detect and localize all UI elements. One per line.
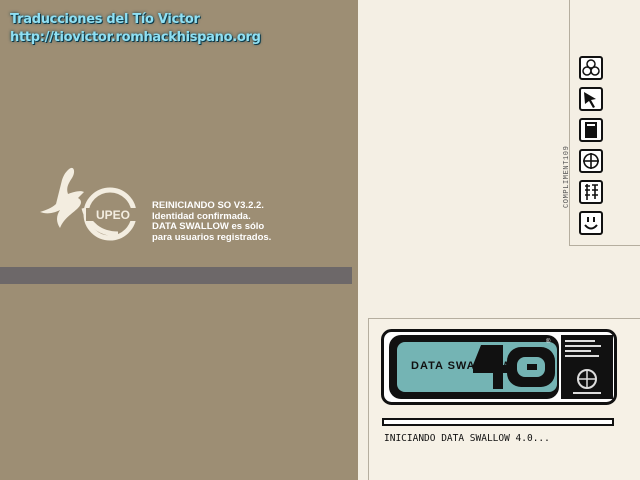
boot-screen: Traducciones del Tío Victor http://tiovi… — [0, 0, 640, 480]
cursor-icon[interactable] — [579, 87, 603, 111]
translator-watermark: Traducciones del Tío Victor http://tiovi… — [10, 11, 261, 47]
watermark-title: Traducciones del Tío Victor — [10, 12, 200, 27]
target-icon[interactable] — [579, 149, 603, 173]
sidebar-border-horizontal — [569, 245, 640, 246]
smiley-icon[interactable] — [579, 211, 603, 235]
network-icon[interactable] — [579, 56, 603, 80]
divider-bar — [0, 267, 352, 284]
sidebar-border-vertical — [569, 0, 570, 246]
dove-icon — [40, 167, 84, 228]
kanji-icon[interactable] — [579, 180, 603, 204]
boot-line: REINICIANDO SO V3.2.2. — [152, 200, 264, 211]
watermark-url: http://tiovictor.romhackhispano.org — [10, 30, 261, 45]
data-swallow-logo: DATA SWALLOW ® — [381, 329, 617, 405]
upeo-dove-logo: UPEO — [40, 167, 140, 241]
boot-message: REINICIANDO SO V3.2.2. Identidad confirm… — [152, 200, 272, 243]
boot-line: DATA SWALLOW es sólo — [152, 221, 265, 232]
sidebar-label: COMPLIMENT109 — [563, 145, 571, 208]
left-panel: Traducciones del Tío Victor http://tiovi… — [0, 0, 358, 480]
document-icon[interactable] — [579, 118, 603, 142]
boot-line: para usuarios registrados. — [152, 231, 272, 243]
loading-progress-bar — [382, 418, 614, 426]
svg-text:®: ® — [546, 338, 551, 345]
status-text: INICIANDO DATA SWALLOW 4.0... — [384, 433, 550, 444]
logo-text: UPEO — [96, 208, 130, 222]
